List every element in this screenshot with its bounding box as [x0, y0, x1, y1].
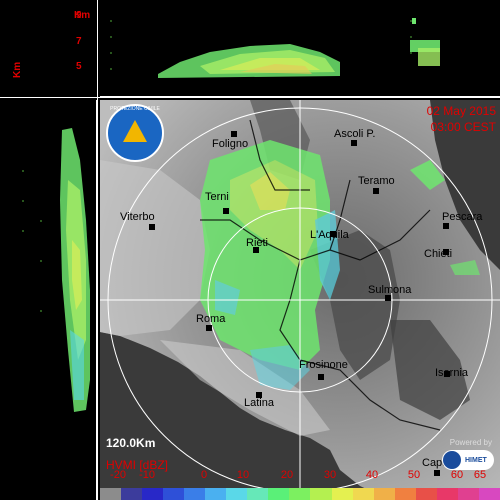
color-scale-labels: -20 -10 0 10 20 30 40 50 60 65 [100, 469, 500, 483]
scale-swatch [331, 488, 353, 500]
vertical-separator [97, 0, 98, 500]
scale-label: 65 [473, 469, 487, 481]
scale-swatch [394, 488, 416, 500]
city-laquila: L'Aquila [310, 229, 350, 241]
city-frosinone: Frosinone [299, 359, 348, 371]
left-cross-section-panel: Km [0, 62, 97, 500]
himet-logo-text: HIMET [465, 456, 487, 464]
city-ascoli: Ascoli P. [334, 128, 375, 140]
city-pescara: Pescara [442, 211, 483, 223]
radar-display: 9 5 7 Km Km Foligno Ascoli P. Teramo Ter… [0, 0, 500, 500]
city-terni: Terni [205, 191, 229, 203]
scale-label: 40 [365, 469, 379, 481]
city-isernia: Isernia [435, 367, 469, 379]
scale-swatch [373, 488, 395, 500]
color-scale-bar [100, 488, 500, 500]
city-viterbo: Viterbo [120, 211, 155, 223]
scale-swatch [121, 488, 143, 500]
scale-label: 20 [280, 469, 294, 481]
city-foligno: Foligno [212, 138, 248, 150]
left-echo-profile [0, 100, 97, 500]
himet-logo: HIMET [442, 450, 494, 470]
city-rieti: Rieti [246, 237, 268, 249]
range-label: 120.0Km [106, 436, 156, 450]
scale-swatch [163, 488, 185, 500]
scale-label: 50 [407, 469, 421, 481]
top-km-unit: Km [74, 10, 91, 21]
logo-text: PROTEZIONE CIVILE [110, 106, 160, 112]
scale-swatch [205, 488, 227, 500]
height-tick-7: 7 [76, 36, 82, 47]
terrain-layer: Foligno Ascoli P. Teramo Terni Viterbo P… [100, 100, 500, 500]
horizontal-separator [0, 97, 500, 98]
scale-swatch [247, 488, 269, 500]
himet-logo-icon [443, 451, 461, 469]
city-latina: Latina [244, 397, 275, 409]
height-tick-5: 5 [76, 61, 82, 72]
scale-swatch [436, 488, 458, 500]
scale-swatch [415, 488, 437, 500]
scale-swatch [289, 488, 311, 500]
top-cross-section-panel: 9 5 7 Km [74, 0, 500, 97]
city-chieti: Chieti [424, 248, 452, 260]
time-text: 03:00 CEST [430, 120, 496, 134]
city-teramo: Teramo [358, 175, 395, 187]
scale-label: 10 [236, 469, 250, 481]
top-echo-profile [100, 0, 500, 97]
scale-label: 60 [450, 469, 464, 481]
city-sulmona: Sulmona [368, 284, 412, 296]
scale-swatch [184, 488, 206, 500]
scale-swatch [352, 488, 374, 500]
radar-map: Foligno Ascoli P. Teramo Terni Viterbo P… [100, 100, 500, 500]
scale-label: -10 [139, 469, 155, 481]
scale-label: 0 [200, 469, 208, 481]
scale-swatch [268, 488, 290, 500]
scale-swatch [100, 488, 122, 500]
powered-by-text: Powered by [449, 438, 492, 447]
scale-swatch [457, 488, 479, 500]
left-km-unit: Km [12, 61, 23, 78]
scale-swatch [226, 488, 248, 500]
scale-swatch [142, 488, 164, 500]
scale-swatch [310, 488, 332, 500]
scale-swatch [478, 488, 500, 500]
scale-label: -20 [110, 469, 126, 481]
city-roma: Roma [196, 313, 226, 325]
scale-label: 30 [323, 469, 337, 481]
date-text: 02 May 2015 [426, 104, 496, 118]
civil-protection-logo: PROTEZIONE CIVILE [106, 104, 164, 162]
